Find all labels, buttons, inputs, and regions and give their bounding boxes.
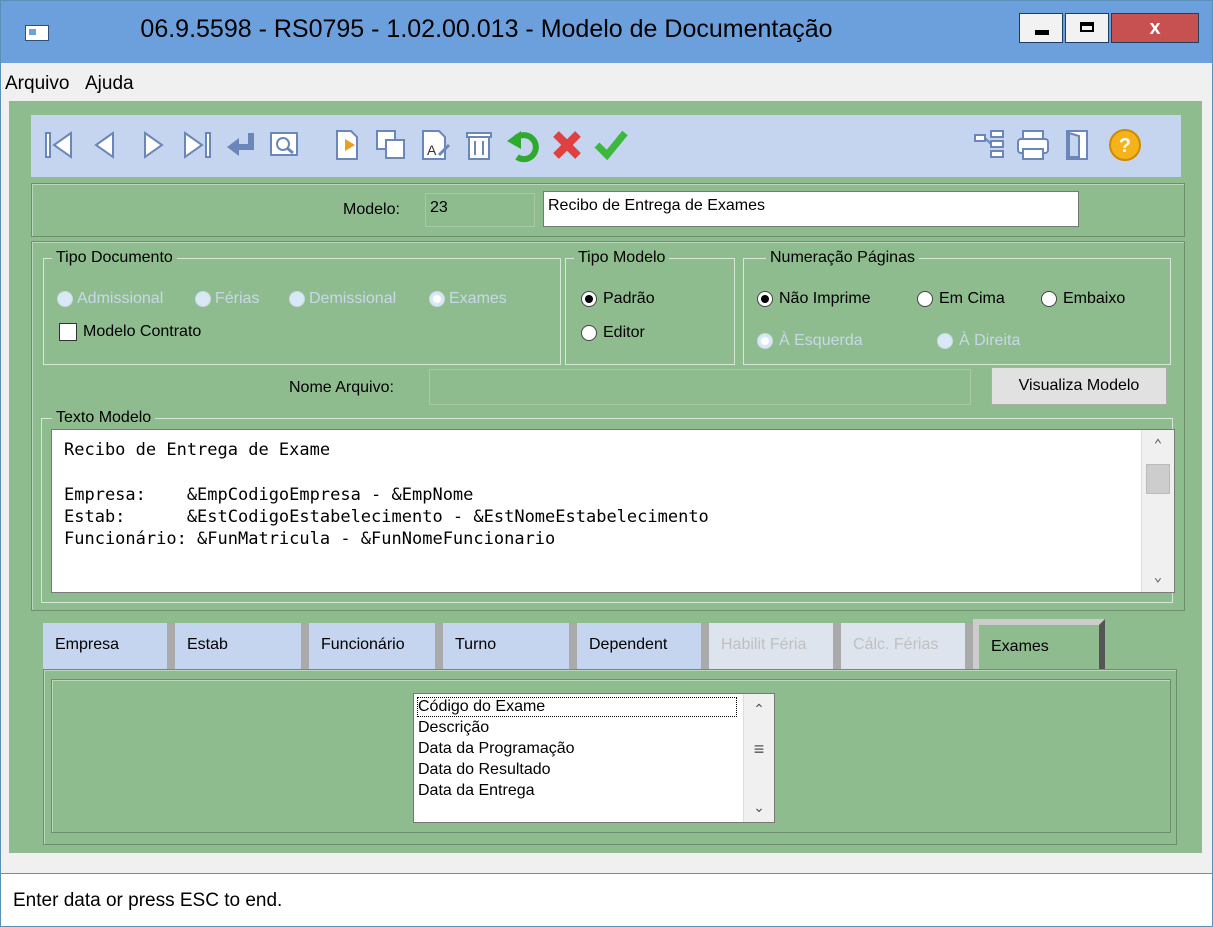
- tab-funcionario[interactable]: Funcionário: [309, 623, 443, 669]
- options-icon[interactable]: [971, 127, 1007, 163]
- a-esquerda-label: À Esquerda: [779, 332, 863, 349]
- radio-padrao[interactable]: [581, 291, 597, 307]
- main-panel: A ? Modelo: 23 Recibo de Entrega de Exam…: [9, 101, 1202, 853]
- texto-modelo-legend: Texto Modelo: [56, 409, 152, 426]
- modelo-contrato-checkbox[interactable]: [59, 323, 77, 341]
- first-record-icon[interactable]: [41, 127, 77, 163]
- editor-line: Recibo de Entrega de Exame: [64, 440, 331, 460]
- nome-arquivo-field[interactable]: [429, 369, 971, 405]
- edit-icon[interactable]: A: [417, 127, 453, 163]
- save-icon[interactable]: [593, 127, 629, 163]
- copy-icon[interactable]: [329, 127, 365, 163]
- modelo-code-field[interactable]: 23: [425, 193, 535, 227]
- em-cima-label: Em Cima: [939, 290, 1005, 307]
- window-title: 06.9.5598 - RS0795 - 1.02.00.013 - Model…: [140, 15, 833, 43]
- editor-line: Empresa: &EmpCodigoEmpresa - &EmpNome: [64, 485, 474, 505]
- nome-arquivo-label: Nome Arquivo:: [289, 379, 394, 396]
- radio-nao-imprime[interactable]: [757, 291, 773, 307]
- modelo-label: Modelo:: [343, 201, 400, 218]
- menu-arquivo[interactable]: Arquivo: [5, 73, 69, 95]
- radio-embaixo[interactable]: [1041, 291, 1057, 307]
- undo-icon[interactable]: [505, 127, 541, 163]
- list-item[interactable]: Descrição: [418, 719, 489, 737]
- delete-icon[interactable]: [461, 127, 497, 163]
- list-item[interactable]: Código do Exame: [417, 697, 737, 717]
- go-to-icon[interactable]: [223, 127, 259, 163]
- print-icon[interactable]: [1015, 127, 1051, 163]
- previous-record-icon[interactable]: [87, 127, 123, 163]
- exames-fields-list[interactable]: Código do Exame Descrição Data da Progra…: [413, 693, 775, 823]
- modelo-contrato-label: Modelo Contrato: [83, 323, 202, 340]
- tab-calc-ferias[interactable]: Cálc. Férias: [841, 623, 973, 669]
- svg-text:?: ?: [1119, 135, 1131, 157]
- numeracao-legend: Numeração Páginas: [770, 249, 915, 266]
- status-bar: Enter data or press ESC to end.: [1, 873, 1212, 926]
- minimize-button[interactable]: [1019, 13, 1063, 43]
- svg-text:A: A: [427, 142, 437, 158]
- cancel-icon[interactable]: [549, 127, 585, 163]
- radio-ferias[interactable]: [195, 291, 211, 307]
- list-item[interactable]: Data da Entrega: [418, 782, 535, 800]
- list-item[interactable]: Data da Programação: [418, 740, 575, 758]
- scroll-up-icon[interactable]: ⌃: [1142, 430, 1174, 460]
- radio-demissional[interactable]: [289, 291, 305, 307]
- tab-habilit-ferias[interactable]: Habilit Féria: [709, 623, 841, 669]
- list-item[interactable]: Data do Resultado: [418, 761, 551, 779]
- tab-estab[interactable]: Estab: [175, 623, 309, 669]
- tab-dependentes[interactable]: Dependent: [577, 623, 709, 669]
- maximize-button[interactable]: [1065, 13, 1109, 43]
- tipo-modelo-legend: Tipo Modelo: [578, 249, 666, 266]
- scroll-grip-icon[interactable]: ≡: [744, 734, 774, 764]
- status-text: Enter data or press ESC to end.: [13, 890, 283, 911]
- last-record-icon[interactable]: [179, 127, 215, 163]
- texto-modelo-editor[interactable]: Recibo de Entrega de Exame Empresa: &Emp…: [51, 429, 1175, 593]
- tipo-documento-legend: Tipo Documento: [56, 249, 173, 266]
- menu-ajuda[interactable]: Ajuda: [85, 73, 134, 95]
- scroll-down-icon[interactable]: ⌄: [744, 792, 774, 822]
- radio-a-direita[interactable]: [937, 333, 953, 349]
- help-icon[interactable]: ?: [1107, 127, 1143, 163]
- close-button[interactable]: x: [1111, 13, 1199, 43]
- demissional-label: Demissional: [309, 290, 397, 307]
- next-record-icon[interactable]: [135, 127, 171, 163]
- padrao-label: Padrão: [603, 290, 655, 307]
- modelo-description-field[interactable]: Recibo de Entrega de Exames: [543, 191, 1079, 227]
- menu-bar: Arquivo Ajuda: [1, 63, 1212, 101]
- editor-line: Estab: &EstCodigoEstabelecimento - &EstN…: [64, 507, 709, 527]
- radio-a-esquerda[interactable]: [757, 333, 773, 349]
- radio-em-cima[interactable]: [917, 291, 933, 307]
- radio-admissional[interactable]: [57, 291, 73, 307]
- tab-exames[interactable]: Exames: [973, 619, 1105, 671]
- tab-empresa[interactable]: Empresa: [43, 623, 175, 669]
- scroll-down-icon[interactable]: ⌄: [1142, 562, 1174, 592]
- toolbar: A ?: [31, 115, 1181, 177]
- editor-scrollbar[interactable]: ⌃ ⌄: [1141, 430, 1174, 592]
- nao-imprime-label: Não Imprime: [779, 290, 871, 307]
- radio-editor[interactable]: [581, 325, 597, 341]
- editor-line: Funcionário: &FunMatricula - &FunNomeFun…: [64, 529, 556, 549]
- admissional-label: Admissional: [77, 290, 164, 307]
- exit-icon[interactable]: [1059, 127, 1095, 163]
- editor-label: Editor: [603, 324, 645, 341]
- visualiza-modelo-button[interactable]: Visualiza Modelo: [991, 367, 1167, 405]
- ferias-label: Férias: [215, 290, 260, 307]
- query-icon[interactable]: [267, 127, 303, 163]
- duplicate-icon[interactable]: [373, 127, 409, 163]
- scroll-thumb[interactable]: [1146, 464, 1170, 494]
- application-window: 06.9.5598 - RS0795 - 1.02.00.013 - Model…: [0, 0, 1213, 927]
- scroll-up-icon[interactable]: ⌃: [744, 694, 774, 724]
- tab-turno[interactable]: Turno: [443, 623, 577, 669]
- embaixo-label: Embaixo: [1063, 290, 1126, 307]
- radio-exames[interactable]: [429, 291, 445, 307]
- exames-label: Exames: [449, 290, 507, 307]
- title-bar[interactable]: 06.9.5598 - RS0795 - 1.02.00.013 - Model…: [1, 1, 1212, 63]
- a-direita-label: À Direita: [959, 332, 1021, 349]
- list-scrollbar[interactable]: ⌃ ≡ ⌄: [743, 694, 774, 822]
